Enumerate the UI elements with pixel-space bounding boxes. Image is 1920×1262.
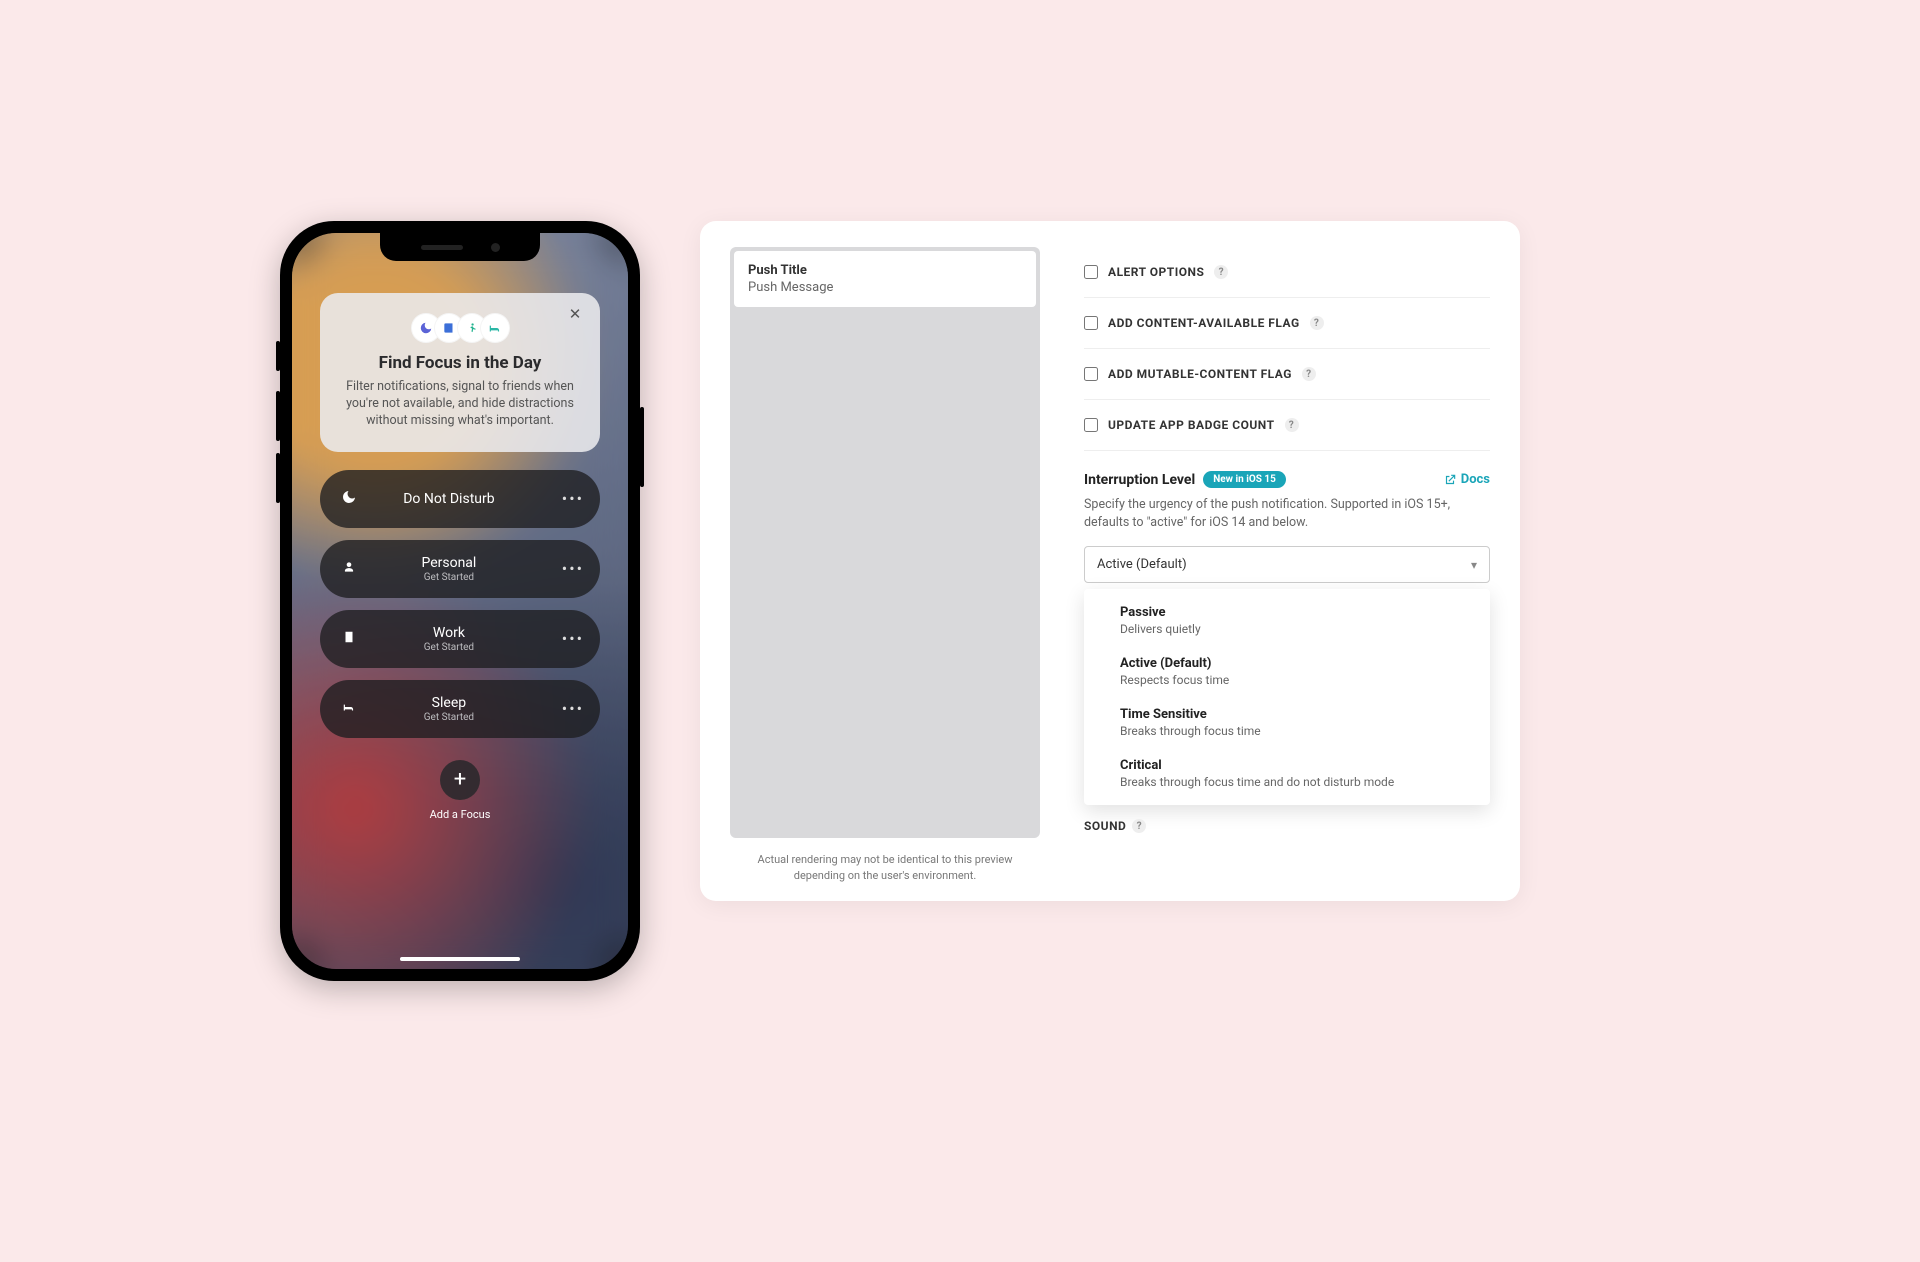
mutable-content-row[interactable]: ADD MUTABLE-CONTENT FLAG ? xyxy=(1084,349,1490,400)
alert-options-checkbox[interactable] xyxy=(1084,265,1098,279)
volume-up-button xyxy=(276,391,280,441)
interruption-level-section: Interruption Level New in iOS 15 Docs Sp… xyxy=(1084,451,1490,833)
phone-screen: ✕ Fi xyxy=(292,233,628,969)
push-title-text: Push Title xyxy=(748,263,1022,278)
option-label: UPDATE APP BADGE COUNT xyxy=(1108,418,1275,432)
push-settings-column: ALERT OPTIONS ? ADD CONTENT-AVAILABLE FL… xyxy=(1084,247,1490,883)
camera-icon xyxy=(491,243,500,252)
focus-mode-sleep[interactable]: Sleep Get Started ••• xyxy=(320,680,600,738)
option-title: Passive xyxy=(1120,605,1454,620)
content-available-row[interactable]: ADD CONTENT-AVAILABLE FLAG ? xyxy=(1084,298,1490,349)
option-label: ADD CONTENT-AVAILABLE FLAG xyxy=(1108,316,1300,330)
alert-options-row[interactable]: ALERT OPTIONS ? xyxy=(1084,247,1490,298)
help-icon[interactable]: ? xyxy=(1285,418,1299,432)
more-icon[interactable]: ••• xyxy=(562,489,584,508)
badge-count-row[interactable]: UPDATE APP BADGE COUNT ? xyxy=(1084,400,1490,451)
select-value: Active (Default) xyxy=(1097,557,1187,572)
preview-disclaimer: Actual rendering may not be identical to… xyxy=(730,852,1040,883)
focus-mode-title: Personal xyxy=(336,555,562,571)
push-settings-panel: Push Title Push Message Actual rendering… xyxy=(700,221,1520,901)
sound-row[interactable]: SOUND ? xyxy=(1084,819,1490,833)
focus-mode-title: Do Not Disturb xyxy=(336,491,562,507)
add-focus-button[interactable]: + xyxy=(440,760,480,800)
focus-intro-card: ✕ Fi xyxy=(320,293,600,452)
option-desc: Breaks through focus time and do not dis… xyxy=(1120,775,1454,789)
mutable-content-checkbox[interactable] xyxy=(1084,367,1098,381)
close-icon[interactable]: ✕ xyxy=(564,305,586,327)
docs-link-label: Docs xyxy=(1461,472,1490,487)
interruption-level-select[interactable]: Active (Default) ▾ xyxy=(1084,546,1490,583)
option-title: Critical xyxy=(1120,758,1454,773)
volume-down-button xyxy=(276,453,280,503)
external-link-icon xyxy=(1443,473,1457,487)
dropdown-option-time-sensitive[interactable]: Time Sensitive Breaks through focus time xyxy=(1084,697,1490,748)
sound-label: SOUND xyxy=(1084,819,1126,833)
interruption-level-dropdown: Passive Delivers quietly Active (Default… xyxy=(1084,589,1490,805)
phone-notch xyxy=(380,233,540,261)
more-icon[interactable]: ••• xyxy=(562,559,584,578)
focus-mode-title: Work xyxy=(336,625,562,641)
help-icon[interactable]: ? xyxy=(1310,316,1324,330)
push-preview-column: Push Title Push Message Actual rendering… xyxy=(730,247,1040,883)
option-desc: Delivers quietly xyxy=(1120,622,1454,636)
help-icon[interactable]: ? xyxy=(1302,367,1316,381)
focus-mode-list: Do Not Disturb ••• Personal Get Started … xyxy=(320,470,600,738)
docs-link[interactable]: Docs xyxy=(1443,472,1490,487)
more-icon[interactable]: ••• xyxy=(562,629,584,648)
option-title: Time Sensitive xyxy=(1120,707,1454,722)
focus-card-desc: Filter notifications, signal to friends … xyxy=(346,379,574,430)
focus-mode-personal[interactable]: Personal Get Started ••• xyxy=(320,540,600,598)
focus-mode-dnd[interactable]: Do Not Disturb ••• xyxy=(320,470,600,528)
option-desc: Respects focus time xyxy=(1120,673,1454,687)
help-icon[interactable]: ? xyxy=(1214,265,1228,279)
dropdown-option-passive[interactable]: Passive Delivers quietly xyxy=(1084,595,1490,646)
focus-mode-title: Sleep xyxy=(336,695,562,711)
section-title: Interruption Level xyxy=(1084,472,1195,488)
option-label: ALERT OPTIONS xyxy=(1108,265,1204,279)
home-indicator xyxy=(400,957,520,961)
option-title: Active (Default) xyxy=(1120,656,1454,671)
dropdown-option-active[interactable]: Active (Default) Respects focus time xyxy=(1084,646,1490,697)
content-available-checkbox[interactable] xyxy=(1084,316,1098,330)
focus-mode-sub: Get Started xyxy=(336,712,562,723)
iphone-mockup: ✕ Fi xyxy=(280,221,640,981)
push-preview-box: Push Title Push Message xyxy=(730,247,1040,838)
focus-icon-row xyxy=(346,313,574,343)
focus-mode-sub: Get Started xyxy=(336,642,562,653)
push-message-text: Push Message xyxy=(748,280,1022,295)
dropdown-option-critical[interactable]: Critical Breaks through focus time and d… xyxy=(1084,748,1490,799)
power-button xyxy=(640,407,644,487)
add-focus-label: Add a Focus xyxy=(430,808,491,821)
speaker-icon xyxy=(421,245,463,250)
focus-mode-work[interactable]: Work Get Started ••• xyxy=(320,610,600,668)
chevron-down-icon: ▾ xyxy=(1471,558,1477,572)
section-description: Specify the urgency of the push notifica… xyxy=(1084,496,1490,532)
new-badge: New in iOS 15 xyxy=(1203,471,1286,488)
option-desc: Breaks through focus time xyxy=(1120,724,1454,738)
badge-count-checkbox[interactable] xyxy=(1084,418,1098,432)
option-label: ADD MUTABLE-CONTENT FLAG xyxy=(1108,367,1292,381)
focus-mode-sub: Get Started xyxy=(336,572,562,583)
silence-switch xyxy=(276,341,280,371)
bed-icon xyxy=(480,313,510,343)
help-icon[interactable]: ? xyxy=(1132,819,1146,833)
focus-card-title: Find Focus in the Day xyxy=(346,353,574,373)
more-icon[interactable]: ••• xyxy=(562,699,584,718)
push-preview-card: Push Title Push Message xyxy=(734,251,1036,307)
